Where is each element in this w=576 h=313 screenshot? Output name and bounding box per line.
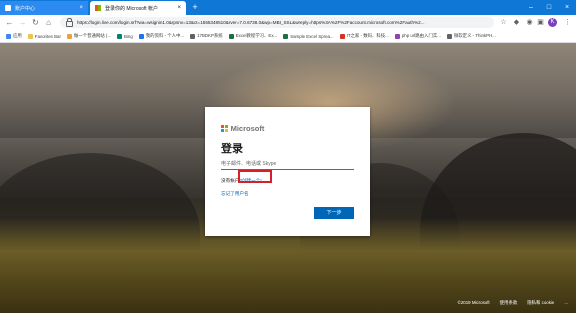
bookmark-label: 应用 — [13, 33, 22, 38]
privacy-link[interactable]: 隐私和 cookie — [527, 300, 554, 306]
tab-favicon-icon — [5, 5, 11, 11]
bookmark-item[interactable]: Bing — [116, 33, 133, 39]
terms-link[interactable]: 使用条款 — [500, 300, 518, 306]
tab-account-center[interactable]: 账户中心 × — [0, 1, 88, 15]
bookmark-label: php url路由入门实... — [401, 33, 441, 38]
bookmark-label: Bing — [123, 33, 133, 39]
page-footer: ©2019 Microsoft 使用条款 隐私和 cookie ... — [458, 300, 568, 306]
forgot-username-link[interactable]: 忘记了用户名 — [221, 191, 249, 197]
bookmark-label: 做一个普通网站 (... — [73, 33, 111, 38]
tab-label: 登录你的 Microsoft 帐户 — [105, 5, 159, 12]
bookmark-label: Excel教程学习、Ex... — [235, 33, 278, 38]
close-tab-icon[interactable]: × — [79, 5, 83, 11]
next-button[interactable]: 下一步 — [314, 207, 354, 219]
bookmark-item[interactable]: 17BDKP系统 — [190, 33, 223, 39]
extension-icon[interactable]: ◉ — [524, 17, 535, 28]
microsoft-logo-icon — [221, 125, 228, 132]
bookmark-icon — [116, 33, 122, 39]
copyright-text: ©2019 Microsoft — [457, 300, 490, 305]
back-arrow-icon[interactable]: ← — [4, 17, 15, 28]
bookmark-icon — [66, 33, 72, 39]
extension-icon[interactable]: ◆ — [511, 17, 522, 28]
page-title: 登录 — [221, 143, 243, 155]
bookmark-item[interactable]: 做一个普通网站 (... — [66, 33, 111, 39]
browser-toolbar: ← → ↻ ⌂ https://login.live.com/login.srf… — [0, 15, 576, 30]
bookmark-label: Sample Excel Sprea... — [290, 33, 334, 39]
bookmark-item[interactable]: Excel教程学习、Ex... — [228, 33, 278, 39]
address-bar[interactable]: https://login.live.com/login.srf?wa=wsig… — [60, 17, 494, 28]
close-window-button[interactable]: × — [558, 0, 576, 15]
bookmark-icon — [339, 33, 345, 39]
tab-microsoft-login[interactable]: 登录你的 Microsoft 帐户 × — [90, 1, 186, 15]
microsoft-logo: Microsoft — [221, 124, 264, 133]
new-tab-button[interactable]: + — [189, 2, 201, 13]
profile-avatar[interactable]: K — [548, 18, 557, 27]
bookmark-icon — [138, 33, 144, 39]
bookmark-label: 微软定义 - ThinkPH... — [453, 33, 496, 38]
reload-icon[interactable]: ↻ — [30, 17, 41, 28]
bookmark-icon — [27, 33, 33, 39]
browser-titlebar: 账户中心 × 登录你的 Microsoft 帐户 × + – □ × — [0, 0, 576, 15]
bookmark-item[interactable]: 应用 — [6, 33, 22, 39]
login-card: Microsoft 登录 没有帐户? 创建一个! 忘记了用户名 下一步 — [205, 107, 370, 236]
home-icon[interactable]: ⌂ — [43, 17, 54, 28]
bookmark-label: 17BDKP系统 — [197, 33, 223, 38]
brand-name: Microsoft — [230, 124, 265, 133]
bookmark-icon — [446, 33, 452, 39]
bookmarks-bar: 应用 Favorites Bar 做一个普通网站 (... Bing 我的资料 - 个人… — [0, 30, 576, 43]
bookmark-item[interactable]: Favorites Bar — [27, 33, 61, 39]
more-options-link[interactable]: ... — [564, 300, 568, 306]
address-url: https://login.live.com/login.srf?wa=wsig… — [77, 20, 425, 25]
bookmark-icon — [394, 33, 400, 39]
tab-label: 账户中心 — [15, 5, 36, 12]
bookmark-item[interactable]: php url路由入门实... — [394, 33, 441, 39]
bookmark-label: Favorites Bar — [34, 33, 61, 39]
bookmark-star-icon[interactable]: ☆ — [498, 17, 509, 28]
bookmark-icon — [190, 33, 196, 39]
minimize-window-button[interactable]: – — [522, 0, 540, 15]
microsoft-favicon-icon — [95, 5, 101, 11]
forward-arrow-icon[interactable]: → — [17, 17, 28, 28]
lock-icon — [66, 17, 73, 27]
maximize-window-button[interactable]: □ — [540, 0, 558, 15]
highlight-box — [238, 170, 272, 183]
bookmark-icon — [283, 33, 289, 39]
bookmark-label: IT之家 - 数码、科技... — [346, 33, 389, 38]
bookmark-item[interactable]: 微软定义 - ThinkPH... — [446, 33, 496, 39]
extension-icon[interactable]: ▣ — [535, 17, 546, 28]
bookmark-icon — [228, 33, 234, 39]
bookmark-item[interactable]: 我的资料 - 个人中... — [138, 33, 185, 39]
menu-kebab-icon[interactable]: ⋮ — [562, 17, 573, 28]
bookmark-item[interactable]: IT之家 - 数码、科技... — [339, 33, 389, 39]
bookmark-label: 我的资料 - 个人中... — [145, 33, 185, 38]
email-field[interactable] — [221, 159, 354, 170]
bookmark-icon — [6, 33, 11, 39]
bookmark-item[interactable]: Sample Excel Sprea... — [283, 33, 334, 39]
close-tab-icon[interactable]: × — [177, 5, 181, 11]
